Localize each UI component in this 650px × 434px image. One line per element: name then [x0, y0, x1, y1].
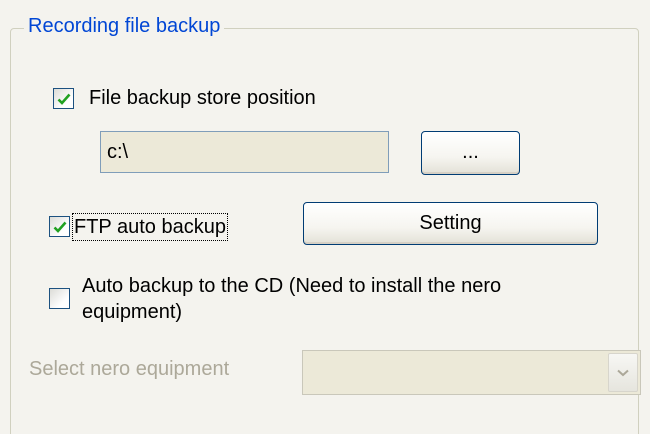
ftp-backup-label[interactable]: FTP auto backup [72, 213, 228, 241]
setting-button[interactable]: Setting [303, 202, 598, 245]
backup-path-field[interactable]: c:\ [100, 131, 389, 173]
browse-button[interactable]: ... [421, 131, 520, 175]
recording-backup-panel: Recording file backup File backup store … [0, 0, 650, 434]
group-title: Recording file backup [24, 13, 225, 39]
nero-equipment-select[interactable] [302, 350, 641, 395]
cd-backup-label[interactable]: Auto backup to the CD (Need to install t… [82, 273, 602, 325]
nero-equipment-value [309, 351, 600, 394]
checkmark-icon [57, 93, 71, 105]
file-backup-checkbox[interactable] [53, 88, 74, 109]
file-backup-label[interactable]: File backup store position [89, 86, 316, 110]
chevron-down-icon [617, 369, 629, 377]
ftp-backup-checkbox[interactable] [49, 216, 70, 237]
dropdown-button[interactable] [608, 353, 638, 392]
checkmark-icon [53, 221, 67, 233]
nero-equipment-label: Select nero equipment [29, 358, 230, 380]
cd-backup-checkbox[interactable] [49, 288, 70, 309]
